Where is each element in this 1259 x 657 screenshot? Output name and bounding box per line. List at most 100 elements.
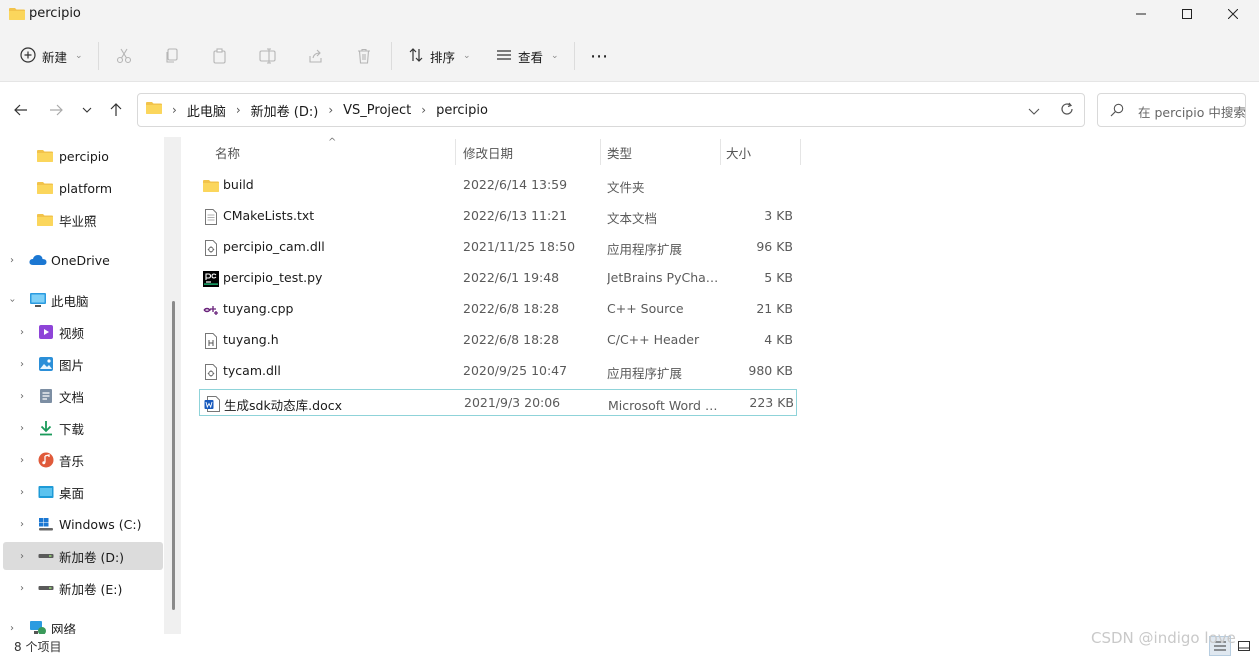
history-dropdown-icon[interactable] <box>1028 104 1040 119</box>
word-file-icon <box>203 395 221 413</box>
column-header-name[interactable]: 名称 <box>215 137 240 167</box>
crumb-percipio[interactable]: percipio <box>436 103 488 118</box>
nav-label: 毕业照 <box>59 213 97 229</box>
sort-ascending-icon: ^ <box>328 137 337 148</box>
file-type: 文本文档 <box>607 211 658 226</box>
nav-item-graduation-photos[interactable]: 毕业照 <box>0 206 164 234</box>
nav-item-drive-d[interactable]: › 新加卷 (D:) <box>3 542 163 570</box>
file-row[interactable]: percipio_cam.dll 2021/11/25 18:50 应用程序扩展… <box>199 234 797 261</box>
large-icons-view-button[interactable] <box>1233 636 1255 656</box>
chevron-right-icon[interactable]: › <box>20 583 24 594</box>
new-label: 新建 <box>42 49 68 65</box>
document-icon <box>37 388 55 404</box>
paste-icon[interactable] <box>210 46 230 66</box>
minimize-button[interactable] <box>1118 0 1164 28</box>
column-header-type[interactable]: 类型 <box>607 137 632 167</box>
nav-item-documents[interactable]: › 文档 <box>0 382 164 410</box>
command-bar: 新建 ⌄ 排序 ⌄ 查看 ⌄ ⋯ <box>0 30 1259 82</box>
chevron-right-icon[interactable]: › <box>20 359 24 370</box>
nav-item-music[interactable]: › 音乐 <box>0 446 164 474</box>
nav-item-downloads[interactable]: › 下载 <box>0 414 164 442</box>
forward-button[interactable] <box>45 99 67 121</box>
delete-icon[interactable] <box>354 46 374 66</box>
download-icon <box>37 420 55 436</box>
file-name: tuyang.cpp <box>223 301 294 316</box>
chevron-down-icon[interactable]: › <box>7 298 18 302</box>
file-row[interactable]: tuyang.cpp 2022/6/8 18:28 C++ Source 21 … <box>199 296 797 323</box>
column-divider[interactable] <box>720 139 721 165</box>
file-row[interactable]: CMakeLists.txt 2022/6/13 11:21 文本文档 3 KB <box>199 203 797 230</box>
nav-label: 下载 <box>59 421 85 437</box>
nav-label: 文档 <box>59 389 85 405</box>
nav-item-pictures[interactable]: › 图片 <box>0 350 164 378</box>
column-divider[interactable] <box>600 139 601 165</box>
folder-icon <box>9 7 25 24</box>
file-row[interactable]: 生成sdk动态库.docx 2021/9/3 20:06 Microsoft W… <box>199 389 797 416</box>
cloud-icon <box>29 252 47 268</box>
nav-item-percipio[interactable]: percipio <box>0 142 164 170</box>
file-row[interactable]: build 2022/6/14 13:59 文件夹 <box>199 172 797 199</box>
chevron-right-icon: › <box>328 103 334 117</box>
view-button[interactable]: 查看 ⌄ <box>490 40 565 72</box>
recent-locations-button[interactable] <box>76 99 98 121</box>
address-row: › 此电脑 › 新加卷 (D:) › VS_Project › percipio… <box>0 83 1259 137</box>
folder-icon <box>146 101 162 119</box>
nav-item-videos[interactable]: › 视频 <box>0 318 164 346</box>
copy-icon[interactable] <box>162 46 182 66</box>
nav-item-drive-e[interactable]: › 新加卷 (E:) <box>0 574 164 602</box>
nav-scrollbar-thumb[interactable] <box>172 301 175 610</box>
maximize-button[interactable] <box>1164 0 1210 28</box>
dll-file-icon <box>202 239 220 257</box>
refresh-icon[interactable] <box>1060 102 1074 119</box>
up-button[interactable] <box>105 99 127 121</box>
file-row[interactable]: tuyang.h 2022/6/8 18:28 C/C++ Header 4 K… <box>199 327 797 354</box>
dll-file-icon <box>202 363 220 381</box>
chevron-right-icon[interactable]: › <box>20 391 24 402</box>
rename-icon[interactable] <box>258 46 278 66</box>
nav-item-platform[interactable]: platform <box>0 174 164 202</box>
nav-item-desktop[interactable]: › 桌面 <box>0 478 164 506</box>
file-size: 223 KB <box>749 395 794 410</box>
chevron-right-icon[interactable]: › <box>10 623 14 634</box>
more-options-button[interactable]: ⋯ <box>584 40 615 72</box>
back-button[interactable] <box>10 99 32 121</box>
column-divider[interactable] <box>800 139 801 165</box>
file-size: 980 KB <box>748 363 793 378</box>
close-button[interactable] <box>1210 0 1256 28</box>
file-row[interactable]: tycam.dll 2020/9/25 10:47 应用程序扩展 980 KB <box>199 358 797 385</box>
file-name: tycam.dll <box>223 363 281 378</box>
file-name: CMakeLists.txt <box>223 208 315 223</box>
column-header-size[interactable]: 大小 <box>726 137 751 167</box>
chevron-right-icon[interactable]: › <box>20 423 24 434</box>
search-input[interactable]: 在 percipio 中搜索 <box>1097 93 1246 127</box>
sort-label: 排序 <box>430 49 456 65</box>
cut-icon[interactable] <box>114 46 134 66</box>
column-divider[interactable] <box>455 139 456 165</box>
file-type: Microsoft Word 文档 <box>608 398 720 413</box>
crumb-vs-project[interactable]: VS_Project <box>343 103 411 118</box>
status-bar: 8 个项目 <box>0 634 1259 657</box>
crumb-drive-d[interactable]: 新加卷 (D:) <box>251 101 319 120</box>
chevron-right-icon[interactable]: › <box>10 255 14 266</box>
column-header-date[interactable]: 修改日期 <box>463 137 513 167</box>
chevron-right-icon: › <box>235 103 241 117</box>
breadcrumb: › 此电脑 › 新加卷 (D:) › VS_Project › percipio <box>146 94 488 126</box>
file-type: 应用程序扩展 <box>607 242 683 257</box>
chevron-right-icon[interactable]: › <box>20 487 24 498</box>
file-type: 文件夹 <box>607 180 645 195</box>
chevron-right-icon[interactable]: › <box>20 327 24 338</box>
nav-label: 图片 <box>59 357 85 373</box>
address-bar[interactable]: › 此电脑 › 新加卷 (D:) › VS_Project › percipio <box>137 93 1085 127</box>
crumb-this-pc[interactable]: 此电脑 <box>187 101 226 120</box>
chevron-right-icon[interactable]: › <box>20 519 24 530</box>
new-button[interactable]: 新建 ⌄ <box>14 40 89 72</box>
nav-item-onedrive[interactable]: › OneDrive <box>0 246 164 274</box>
nav-item-drive-c[interactable]: › Windows (C:) <box>0 510 164 538</box>
share-icon[interactable] <box>306 46 326 66</box>
chevron-right-icon[interactable]: › <box>20 551 24 562</box>
file-size: 4 KB <box>764 332 793 347</box>
chevron-right-icon[interactable]: › <box>20 455 24 466</box>
file-row[interactable]: percipio_test.py 2022/6/1 19:48 JetBrain… <box>199 265 797 292</box>
sort-button[interactable]: 排序 ⌄ <box>402 40 477 72</box>
nav-item-this-pc[interactable]: › 此电脑 <box>0 286 164 314</box>
